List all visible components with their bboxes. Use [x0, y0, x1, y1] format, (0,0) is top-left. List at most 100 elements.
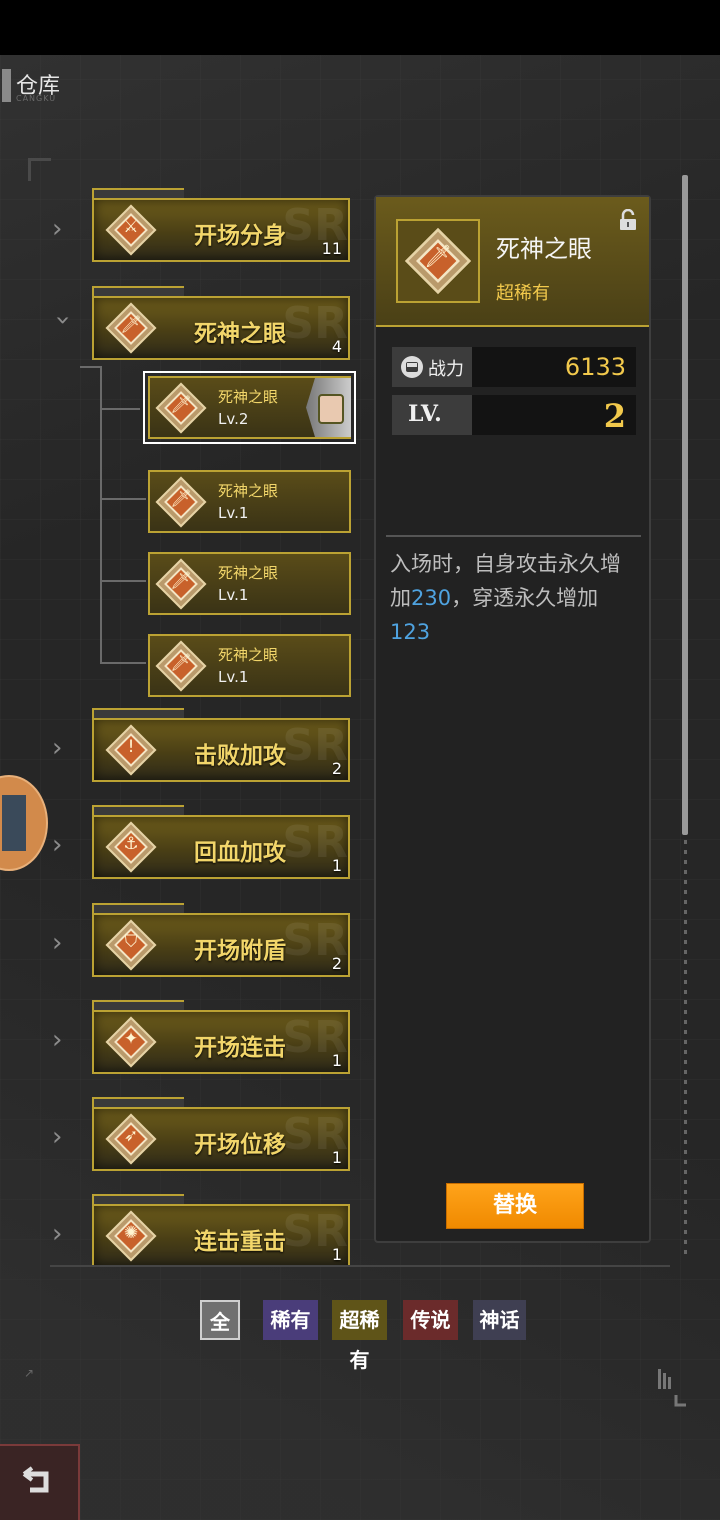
- divider: [386, 535, 641, 537]
- list-item-kaichang-lianji[interactable]: SR ✦ 开场连击 1: [92, 1010, 350, 1074]
- item-count: 1: [331, 856, 342, 875]
- detail-item-icon: 🗡: [396, 219, 480, 303]
- item-count: 1: [331, 1051, 342, 1070]
- item-badge-icon: 🗡: [155, 382, 207, 434]
- list-item-jibai-jiagong[interactable]: SR ! 击败加攻 2: [92, 718, 350, 782]
- list-item-kaichang-fudun[interactable]: SR ⛉ 开场附盾 2: [92, 913, 350, 977]
- divider: [50, 1265, 670, 1267]
- subitem[interactable]: 🗡 死神之眼 Lv.1: [148, 634, 351, 697]
- item-badge-icon: ➶: [105, 1113, 157, 1165]
- item-name: 死神之眼: [194, 321, 286, 347]
- power-row: 战力 6133: [392, 347, 636, 387]
- item-badge-icon: 🗡: [155, 558, 207, 610]
- item-name: 开场连击: [194, 1035, 286, 1061]
- level-label-box: LV.: [392, 395, 472, 435]
- tree-line: [100, 408, 140, 410]
- page-title-sub: CANGKU: [16, 94, 57, 103]
- filter-tab-rare[interactable]: 稀有: [263, 1300, 318, 1340]
- tree-line: [100, 498, 146, 500]
- subitem[interactable]: 🗡 死神之眼 Lv.1: [148, 552, 351, 615]
- item-badge-icon: ⚓: [105, 821, 157, 873]
- chevron-right-icon[interactable]: ›: [52, 830, 74, 860]
- filter-tab-all[interactable]: 全: [200, 1300, 240, 1340]
- level-label: LV.: [408, 401, 442, 427]
- tree-line: [100, 580, 146, 582]
- subitem-level: Lv.1: [218, 586, 249, 604]
- return-icon: [22, 1466, 49, 1493]
- item-count: 1: [331, 1245, 342, 1264]
- chevron-right-icon[interactable]: ›: [52, 928, 74, 958]
- item-badge-icon: 🗡: [404, 227, 472, 295]
- item-badge-icon: 🗡: [105, 302, 157, 354]
- bars-icon: [650, 1365, 690, 1409]
- list-item-huixue-jiagong[interactable]: SR ⚓ 回血加攻 1: [92, 815, 350, 879]
- chevron-right-icon[interactable]: ›: [52, 214, 74, 244]
- subitem-level: Lv.1: [218, 668, 249, 686]
- level-value: 2: [603, 397, 626, 435]
- detail-item-name: 死神之眼: [496, 235, 592, 263]
- subitem-name: 死神之眼: [218, 646, 279, 664]
- list-item-kaichang-fenshen[interactable]: SR ⚔ 开场分身 11: [92, 198, 350, 262]
- filter-tab-legendary[interactable]: 传说: [403, 1300, 458, 1340]
- status-bar: [0, 0, 720, 55]
- chevron-right-icon[interactable]: ›: [52, 733, 74, 763]
- item-badge-icon: ✦: [105, 1016, 157, 1068]
- filter-tab-mythic[interactable]: 神话: [473, 1300, 526, 1340]
- item-name: 开场附盾: [194, 938, 286, 964]
- scrollbar[interactable]: [682, 175, 688, 835]
- tree-line: [100, 366, 102, 663]
- chevron-down-icon[interactable]: ›: [48, 315, 78, 337]
- back-button[interactable]: [0, 1444, 80, 1520]
- unlock-icon[interactable]: [619, 209, 637, 231]
- item-badge-icon: ✺: [105, 1210, 157, 1262]
- detail-item-rarity: 超稀有: [496, 283, 550, 304]
- corner-arrow-icon: ↗: [24, 1366, 35, 1380]
- subitem-level: Lv.2: [218, 410, 249, 428]
- scrollbar-track-dots: [684, 840, 687, 1260]
- detail-panel: 🗡 死神之眼 超稀有 战力 6133 LV. 2 入场时，自身攻击永久增加230…: [374, 195, 651, 1243]
- detail-header: 🗡 死神之眼 超稀有: [376, 197, 649, 327]
- tree-line: [100, 662, 146, 664]
- item-name: 连击重击: [194, 1229, 286, 1255]
- hero-sprite: [2, 795, 26, 851]
- item-name: 开场位移: [194, 1132, 286, 1158]
- subitem[interactable]: 🗡 死神之眼 Lv.1: [148, 470, 351, 533]
- subitem-name: 死神之眼: [218, 482, 279, 500]
- item-badge-icon: 🗡: [155, 640, 207, 692]
- hero-avatar-icon: [318, 394, 344, 424]
- list-item-lianji-zhongji[interactable]: SR ✺ 连击重击 1: [92, 1204, 350, 1266]
- item-list[interactable]: › SR ⚔ 开场分身 11 › SR 🗡 死神之眼 4 🗡 死神之眼 Lv.2: [0, 180, 365, 1266]
- item-badge-icon: ⛉: [105, 919, 157, 971]
- chevron-right-icon[interactable]: ›: [52, 1122, 74, 1152]
- power-value: 6133: [564, 353, 626, 381]
- item-badge-icon: 🗡: [155, 476, 207, 528]
- corner-decoration: [28, 158, 51, 181]
- equipped-hero-tag: [306, 378, 351, 437]
- item-name: 开场分身: [194, 223, 286, 249]
- item-count: 2: [331, 954, 342, 973]
- subitem-level: Lv.1: [218, 504, 249, 522]
- chevron-right-icon[interactable]: ›: [52, 1025, 74, 1055]
- item-badge-icon: ⚔: [105, 204, 157, 256]
- item-description: 入场时，自身攻击永久增加230，穿透永久增加123: [390, 552, 621, 644]
- subitem-selected[interactable]: 🗡 死神之眼 Lv.2: [143, 371, 356, 444]
- replace-button[interactable]: 替换: [446, 1183, 584, 1229]
- list-item-kaichang-weiyi[interactable]: SR ➶ 开场位移 1: [92, 1107, 350, 1171]
- list-item-sishen-zhiyan[interactable]: SR 🗡 死神之眼 4: [92, 296, 350, 360]
- power-label: 战力: [428, 359, 464, 380]
- fist-icon: [401, 356, 423, 378]
- item-count: 1: [331, 1148, 342, 1167]
- power-label-box: 战力: [392, 347, 472, 387]
- tree-line: [80, 366, 100, 368]
- item-badge-icon: !: [105, 724, 157, 776]
- item-name: 回血加攻: [194, 840, 286, 866]
- item-name: 击败加攻: [194, 743, 286, 769]
- item-count: 2: [331, 759, 342, 778]
- filter-tab-super-rare[interactable]: 超稀有: [332, 1300, 387, 1372]
- subitem-name: 死神之眼: [218, 388, 279, 406]
- item-count: 4: [331, 337, 342, 356]
- subitem-name: 死神之眼: [218, 564, 279, 582]
- level-row: LV. 2: [392, 395, 636, 435]
- item-count: 11: [321, 239, 342, 258]
- chevron-right-icon[interactable]: ›: [52, 1219, 74, 1249]
